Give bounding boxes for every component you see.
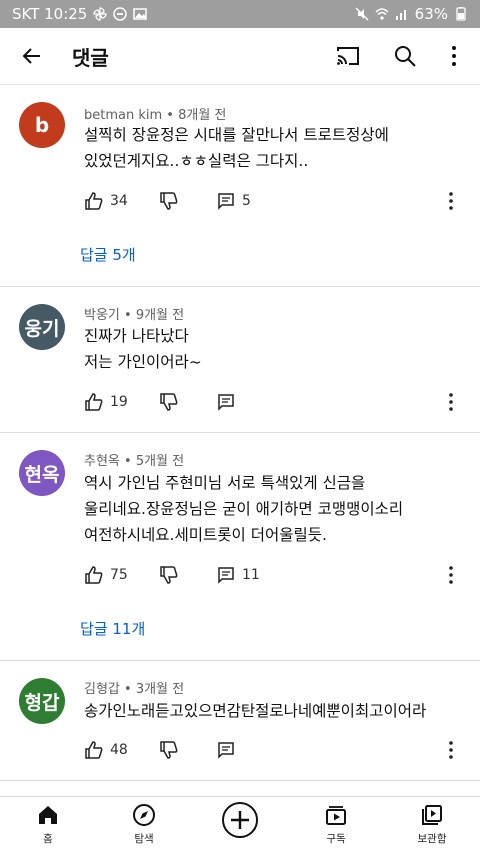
nav-subscriptions[interactable]: 구독	[296, 803, 376, 846]
wifi-icon	[375, 8, 389, 20]
library-icon	[422, 805, 442, 825]
home-icon	[39, 806, 57, 824]
comment-age: 3개월 전	[135, 682, 185, 697]
nav-subscriptions-label: 구독	[326, 833, 346, 845]
dislike-button[interactable]	[159, 738, 179, 762]
battery-icon	[456, 7, 466, 21]
comment-author: 추현옥	[84, 454, 120, 469]
thumbs-up-icon	[85, 741, 103, 759]
like-count: 19	[110, 394, 128, 410]
like-button[interactable]: 48	[84, 738, 128, 762]
reply-icon	[218, 742, 234, 759]
more-options-icon[interactable]	[440, 42, 468, 70]
search-icon[interactable]	[391, 42, 419, 70]
comment-meta: 추현옥 • 5개월 전	[84, 454, 185, 469]
comment-text: 송가인노래듣고있으면감탄절로나네예뿐이최고이어라	[84, 702, 427, 720]
carrier-time: SKT 10:25	[12, 5, 88, 23]
like-count: 34	[110, 193, 128, 209]
avatar[interactable]: 형갑	[19, 678, 65, 724]
comment-more-icon[interactable]	[442, 739, 460, 761]
status-bar: SKT 10:25 63%	[0, 0, 480, 28]
comment-text: 진짜가 나타났다 저는 가인이어라~	[84, 327, 202, 371]
comment-actions: 48	[84, 738, 474, 762]
reply-icon	[218, 394, 234, 411]
comment-actions: 75 11	[84, 563, 474, 587]
avatar[interactable]: b	[19, 102, 65, 148]
add-video-button[interactable]	[221, 801, 259, 839]
avatar[interactable]: 현옥	[19, 450, 65, 496]
divider	[0, 660, 480, 661]
reply-button[interactable]: 11	[216, 563, 260, 587]
like-button[interactable]: 75	[84, 563, 128, 587]
thumbs-down-icon	[160, 192, 178, 210]
minus-circle-icon	[113, 7, 128, 21]
comment-meta: betman kim • 8개월 전	[84, 108, 227, 123]
nav-explore[interactable]: 탐색	[104, 803, 184, 846]
comment-actions: 19	[84, 390, 474, 414]
comment-age: 5개월 전	[135, 454, 185, 469]
like-button[interactable]: 34	[84, 189, 128, 213]
comment-more-icon[interactable]	[442, 190, 460, 212]
thumbs-down-icon	[160, 393, 178, 411]
subscriptions-icon	[326, 806, 346, 825]
comment-more-icon[interactable]	[442, 564, 460, 586]
gallery-icon	[133, 8, 148, 20]
nav-home-label: 홈	[43, 833, 53, 845]
comment-age: 9개월 전	[135, 308, 185, 323]
comment-text: 설찍히 장윤정은 시대를 잘만나서 트로트정상에 있었던게지요..ㅎㅎ실력은 그…	[84, 126, 389, 170]
reply-count: 11	[242, 567, 260, 583]
reply-icon	[218, 567, 234, 584]
app-bar: 댓글	[0, 28, 480, 85]
dislike-button[interactable]	[159, 563, 179, 587]
dislike-button[interactable]	[159, 390, 179, 414]
compass-icon	[133, 804, 155, 826]
nav-home[interactable]: 홈	[8, 803, 88, 846]
reply-button[interactable]	[216, 390, 236, 414]
mute-icon	[355, 7, 369, 21]
thumbs-down-icon	[160, 741, 178, 759]
reply-button[interactable]	[216, 738, 236, 762]
comment-author: 박웅기	[84, 308, 120, 323]
like-count: 48	[110, 742, 128, 758]
cast-icon[interactable]	[334, 42, 362, 70]
nav-library-label: 보관함	[417, 833, 447, 845]
reply-button[interactable]: 5	[216, 189, 251, 213]
divider	[0, 780, 480, 781]
comment-author: betman kim	[84, 108, 163, 123]
avatar[interactable]: 웅기	[19, 304, 65, 350]
dislike-button[interactable]	[159, 189, 179, 213]
comment-meta: 김형갑 • 3개월 전	[84, 682, 185, 697]
comment-text: 역시 가인님 주현미님 서로 특색있게 신금을 울리네요.장윤정님은 굳이 애기…	[84, 474, 404, 544]
thumbs-up-icon	[85, 393, 103, 411]
comment-more-icon[interactable]	[442, 391, 460, 413]
view-replies-link[interactable]: 답글 5개	[80, 244, 136, 265]
nav-explore-label: 탐색	[134, 833, 154, 845]
nav-library[interactable]: 보관함	[392, 803, 472, 846]
divider	[0, 286, 480, 287]
thumbs-up-icon	[85, 566, 103, 584]
reply-count: 5	[242, 193, 251, 209]
page-title: 댓글	[72, 46, 109, 70]
thumbs-down-icon	[160, 566, 178, 584]
comment-meta: 박웅기 • 9개월 전	[84, 308, 185, 323]
thumbs-up-icon	[85, 192, 103, 210]
battery-percent: 63%	[414, 5, 448, 23]
comment-actions: 34 5	[84, 189, 474, 213]
like-button[interactable]: 19	[84, 390, 128, 414]
pinwheel-icon	[93, 7, 108, 21]
view-replies-link[interactable]: 답글 11개	[80, 618, 145, 639]
reply-icon	[218, 193, 234, 210]
divider	[0, 432, 480, 433]
comment-age: 8개월 전	[178, 108, 227, 123]
signal-icon	[395, 10, 406, 20]
bottom-nav: 홈 탐색 구독 보관함	[0, 796, 480, 854]
back-arrow-icon[interactable]	[18, 42, 46, 70]
comment-author: 김형갑	[84, 682, 120, 697]
like-count: 75	[110, 567, 128, 583]
